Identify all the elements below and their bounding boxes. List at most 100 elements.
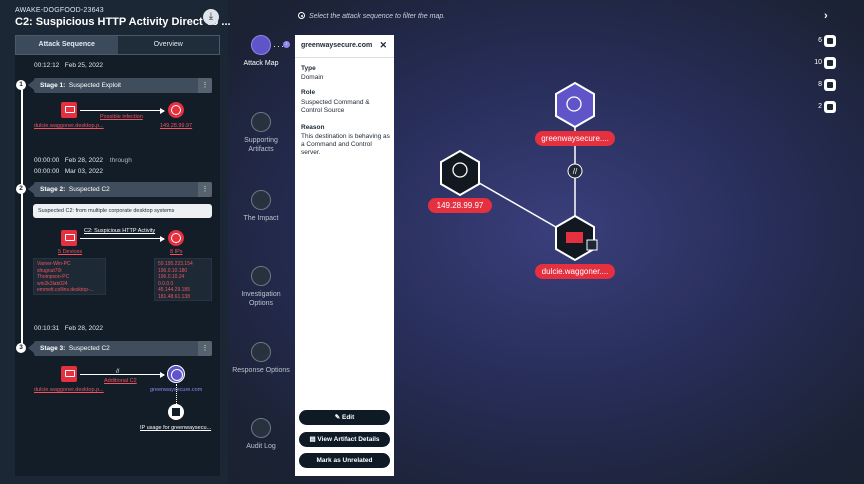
edge-break-icon — [567, 163, 583, 179]
count-activities: 8 — [818, 81, 822, 88]
stage3-device-icon[interactable] — [61, 366, 77, 382]
stage2-kebab-icon[interactable]: ⋮ — [198, 182, 212, 197]
tab-attack-sequence[interactable]: Attack Sequence — [16, 36, 118, 54]
impact-icon — [251, 190, 271, 210]
download-icon[interactable]: ⤓ — [203, 9, 219, 25]
break-icon: // — [116, 369, 120, 375]
view-artifact-details-button[interactable]: ▤ View Artifact Details — [299, 432, 390, 447]
map-hint-text: Select the attack sequence to filter the… — [309, 13, 446, 20]
stage3-node: 3 — [16, 343, 26, 353]
reason-label: Reason — [301, 124, 325, 131]
nav-audit-log[interactable]: Audit Log — [232, 418, 290, 451]
stage1-time: 00:12:12 — [34, 62, 60, 69]
stage1-kebab-icon[interactable]: ⋮ — [198, 78, 212, 93]
stage2-arrow — [80, 235, 165, 242]
nav-label: Audit Log — [246, 443, 276, 450]
stage3-prefix: Stage 3: — [40, 345, 66, 352]
stage2-end-date: Mar 03, 2022 — [64, 168, 104, 175]
ip-node-label[interactable]: 149.28.99.97 — [428, 198, 492, 213]
nav-label: Supporting Artifacts — [244, 137, 278, 153]
stage3-arrow — [80, 371, 165, 378]
stage2-devices-icon[interactable] — [61, 230, 77, 246]
nav-attack-map[interactable]: Attack Map — [232, 35, 290, 68]
tab-overview[interactable]: Overview — [117, 36, 219, 54]
stage1-arrow — [80, 107, 165, 114]
stage2-summary: Suspected C2: from multiple corporate de… — [33, 204, 212, 218]
chevron-right-icon: › — [283, 41, 290, 48]
reason-value: This destination is behaving as a Comman… — [301, 133, 390, 156]
map-hint: Select the attack sequence to filter the… — [298, 12, 445, 20]
attack-map-icon — [251, 35, 271, 55]
type-label: Type — [301, 65, 316, 72]
detail-title: greenwaysecure.com — [301, 42, 373, 49]
stage3-src-label[interactable]: dulcie.waggoner.desktop.p... — [34, 387, 104, 393]
device-badge-icon — [586, 239, 598, 251]
response-icon — [251, 342, 271, 362]
device-item[interactable]: emmett.collins.desktop-... — [37, 287, 102, 294]
case-id: AWAKE-DOGFOOD-23643 — [15, 7, 104, 14]
ips-filter-icon[interactable] — [824, 57, 836, 69]
devices-filter-icon[interactable] — [824, 35, 836, 47]
stage1-ip-icon[interactable] — [168, 102, 184, 118]
stage2-ips-icon[interactable] — [168, 230, 184, 246]
stage2-name: Suspected C2 — [68, 186, 110, 193]
stage1-node: 1 — [16, 80, 26, 90]
ip-item[interactable]: 181.48.61.138 — [158, 294, 208, 301]
nav-label: Response Options — [232, 367, 290, 374]
device-node-label[interactable]: dulcie.waggoner.... — [535, 264, 615, 279]
nav-label: Attack Map — [243, 60, 279, 67]
edit-label: Edit — [341, 414, 355, 421]
stage3-domain-icon[interactable] — [167, 365, 185, 383]
nav-response-options[interactable]: Response Options — [232, 342, 290, 375]
stage2-start-timestamp: 00:00:00 Feb 28, 2022 through — [34, 157, 132, 164]
tab-bar: Attack Sequence Overview — [15, 35, 220, 55]
device-node-icon — [555, 214, 595, 262]
stage2-node: 2 — [16, 184, 26, 194]
stage2-end-time: 00:00:00 — [34, 168, 60, 175]
nav-the-impact[interactable]: The Impact — [232, 190, 290, 223]
mark-unrelated-button[interactable]: Mark as Unrelated — [299, 453, 390, 468]
count-devices: 6 — [818, 37, 822, 44]
radio-icon — [298, 12, 305, 19]
close-icon[interactable]: ✕ — [379, 40, 387, 51]
stage1-src-label[interactable]: dulcie.waggoner.desktop.p... — [34, 123, 104, 129]
stage3-name: Suspected C2 — [68, 345, 110, 352]
timeline-line — [21, 84, 23, 344]
stage3-kebab-icon[interactable]: ⋮ — [198, 341, 212, 356]
artifacts-icon — [251, 112, 271, 132]
stage3-timestamp: 00:10:31 Feb 28, 2022 — [34, 325, 103, 332]
role-value: Suspected Command & Control Source — [301, 99, 370, 114]
stage1-header[interactable]: Stage 1: Suspected Exploit ⋮ — [28, 78, 212, 93]
stage3-edge-label[interactable]: Additional C2 — [104, 378, 137, 384]
stage1-prefix: Stage 1: — [40, 82, 66, 89]
stage2-header[interactable]: Stage 2: Suspected C2 ⋮ — [28, 182, 212, 197]
stage2-src-label[interactable]: 5 Devices — [58, 249, 82, 255]
stage3-header[interactable]: Stage 3: Suspected C2 ⋮ — [28, 341, 212, 356]
nav-investigation-options[interactable]: Investigation Options — [232, 266, 290, 308]
stage1-dst-label[interactable]: 149.28.99.97 — [160, 123, 192, 129]
cube-icon[interactable] — [168, 404, 184, 420]
domain-node-label[interactable]: greenwaysecure.... — [535, 131, 615, 146]
artifacts-filter-icon[interactable] — [824, 101, 836, 113]
edit-button[interactable]: ✎ Edit — [299, 410, 390, 425]
svg-text://: // — [573, 167, 578, 176]
case-title: C2: Suspicious HTTP Activity Direct To .… — [15, 16, 231, 28]
dotted-connector — [176, 384, 177, 404]
stage1-timestamp: 00:12:12 Feb 25, 2022 — [34, 62, 103, 69]
stage2-device-list: Varner-Win-PC shugout70i Thompson-PC win… — [33, 258, 106, 295]
stage3-sub-label[interactable]: IP usage for greenwaysecu... — [140, 425, 211, 431]
detail-panel: greenwaysecure.com ✕ Type Domain Role Su… — [295, 35, 394, 476]
count-ips: 10 — [814, 59, 822, 66]
stage2-end-timestamp: 00:00:00 Mar 03, 2022 — [34, 168, 103, 175]
stage2-prefix: Stage 2: — [40, 186, 66, 193]
stage1-edge-label[interactable]: Possible infection — [100, 114, 143, 120]
collapse-chevron-icon[interactable]: › — [824, 10, 828, 22]
stage1-device-icon[interactable] — [61, 102, 77, 118]
stage2-dst-label[interactable]: 8 IPs — [170, 249, 183, 255]
nav-supporting-artifacts[interactable]: Supporting Artifacts — [232, 112, 290, 154]
nav-label: Investigation Options — [241, 291, 281, 307]
stage2-start-time: 00:00:00 — [34, 157, 60, 164]
activity-filter-icon[interactable] — [824, 79, 836, 91]
stage2-edge-label[interactable]: C2: Suspicious HTTP Activity — [84, 228, 155, 234]
stage1-name: Suspected Exploit — [68, 82, 121, 89]
